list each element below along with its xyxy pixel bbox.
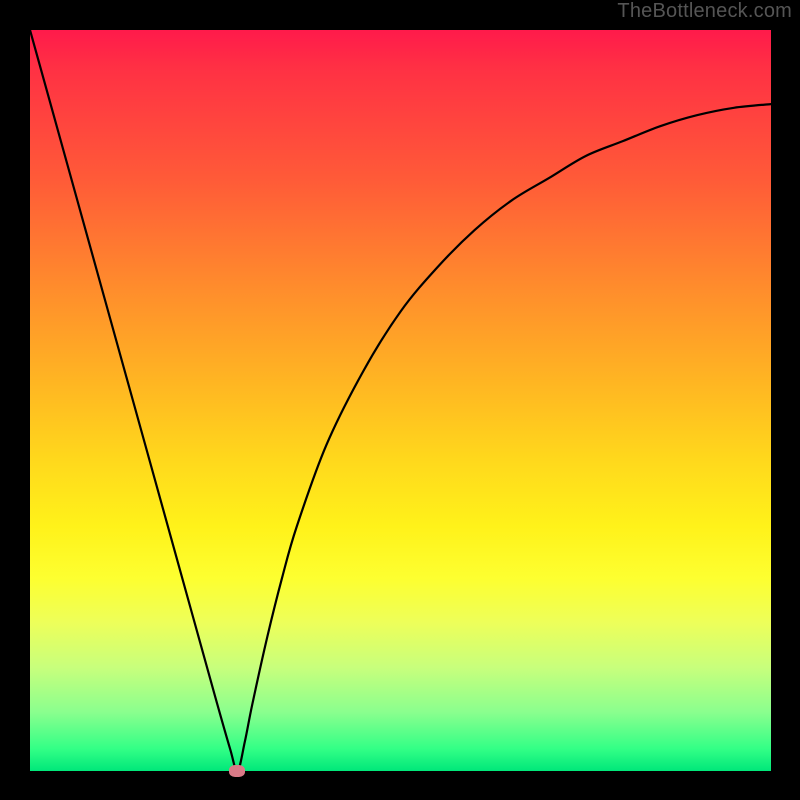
- watermark-text: TheBottleneck.com: [617, 0, 792, 23]
- chart-frame: TheBottleneck.com: [0, 0, 800, 800]
- bottleneck-curve: [30, 30, 771, 771]
- minimum-marker: [229, 765, 245, 777]
- plot-area: [30, 30, 771, 771]
